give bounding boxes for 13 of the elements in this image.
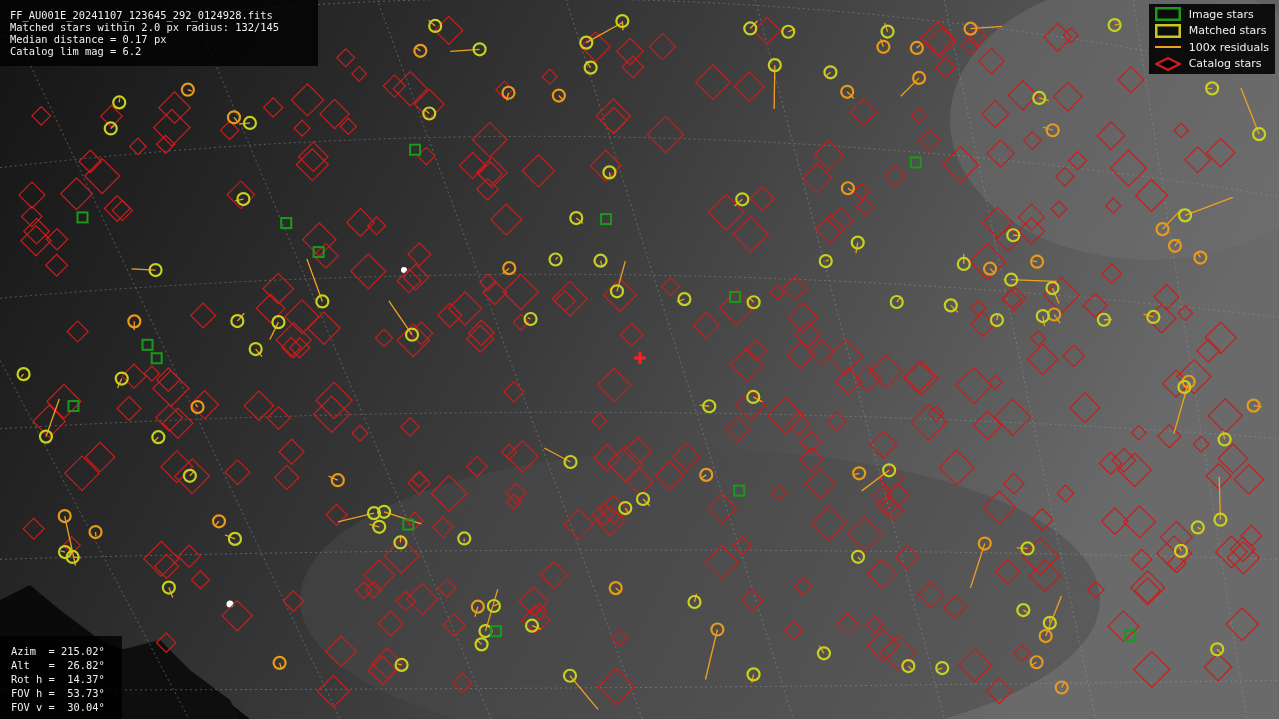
legend-label: Catalog stars bbox=[1188, 57, 1262, 71]
pointing-text: FOV v = 30.04° bbox=[11, 700, 106, 714]
legend-label: Image stars bbox=[1188, 7, 1254, 21]
pointing-text: Azim = 215.02° bbox=[11, 644, 106, 658]
info-text: Matched stars within 2.0 px radius: 132/145 bbox=[10, 21, 280, 33]
legend-label: 100x residuals bbox=[1188, 40, 1269, 54]
pointing-text: Rot h = 14.37° bbox=[11, 672, 106, 686]
pointing-text: Alt = 26.82° bbox=[11, 658, 106, 672]
info-text: Catalog lim mag = 6.2 bbox=[10, 45, 143, 57]
legend-label: Matched stars bbox=[1188, 24, 1267, 38]
info-text: FF_AU001E_20241107_123645_292_0124928.fits bbox=[10, 9, 274, 21]
info-text: Median distance = 0.17 px bbox=[10, 33, 168, 45]
pointing-text: FOV h = 53.73° bbox=[11, 686, 106, 700]
